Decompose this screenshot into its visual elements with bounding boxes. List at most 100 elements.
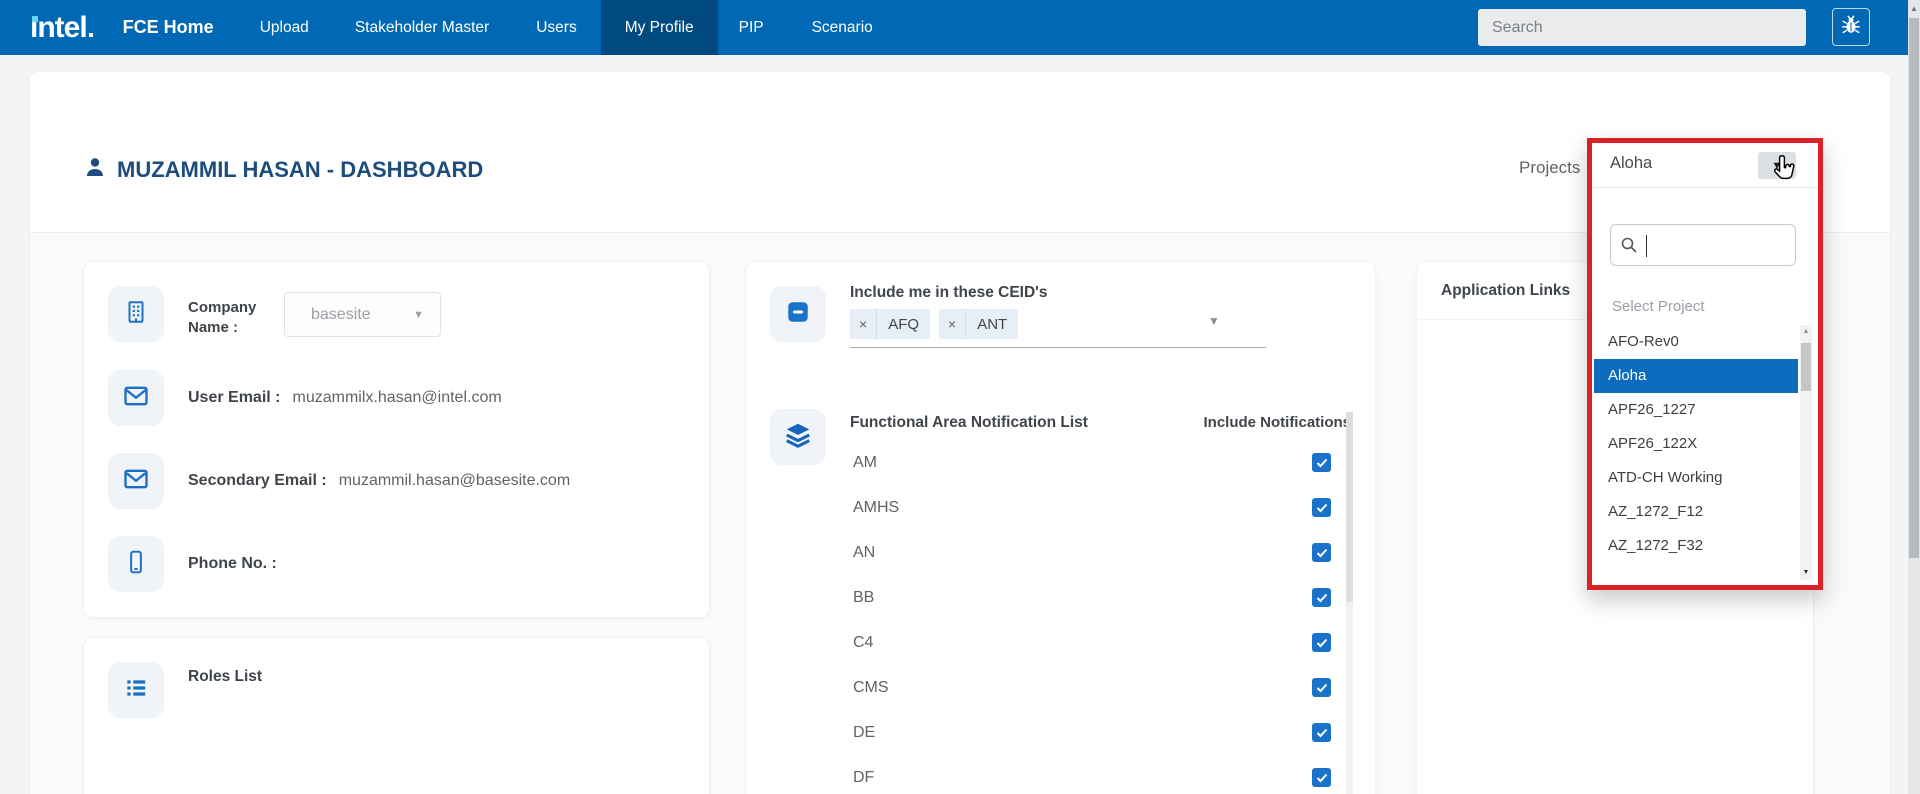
minus-square-icon xyxy=(785,299,811,330)
intel-logo-dot xyxy=(32,16,38,22)
scroll-down-icon[interactable]: ▼ xyxy=(1800,566,1812,580)
scroll-up-icon[interactable]: ▲ xyxy=(1908,0,1920,18)
company-name-select[interactable]: basesite ▼ xyxy=(284,292,441,337)
functional-area-label: CMS xyxy=(853,679,889,697)
search-input[interactable] xyxy=(1478,9,1806,46)
project-option[interactable]: ATD-CH Working xyxy=(1594,461,1798,495)
ceid-chip: × ANT xyxy=(939,309,1018,339)
building-icon xyxy=(123,299,149,330)
include-notifications-checkbox[interactable] xyxy=(1312,723,1331,742)
phone-icon-tile xyxy=(108,536,164,592)
nav-item-stakeholder-master[interactable]: Stakeholder Master xyxy=(355,19,489,37)
envelope-icon xyxy=(122,382,150,415)
table-row: BB xyxy=(746,577,1377,622)
selected-project-value: Aloha xyxy=(1610,154,1652,173)
nav-item-my-profile-active[interactable]: My Profile xyxy=(601,0,718,55)
table-row: AMHS xyxy=(746,487,1377,532)
table-row: DE xyxy=(746,712,1377,757)
bug-icon xyxy=(1840,14,1862,41)
functional-area-label: AMHS xyxy=(853,499,899,517)
project-option[interactable]: AFO-Rev0 xyxy=(1594,325,1798,359)
table-row: AM xyxy=(746,442,1377,487)
roles-card: Roles List xyxy=(83,637,710,794)
page-title-text: MUZAMMIL HASAN - DASHBOARD xyxy=(117,157,483,183)
intel-logo-text: ıntel xyxy=(30,11,87,44)
include-notifications-checkbox[interactable] xyxy=(1312,453,1331,472)
intel-logo-reg-mark xyxy=(89,33,93,37)
company-name-value: basesite xyxy=(311,306,371,324)
nav-item-fce-home[interactable]: FCE Home xyxy=(123,17,214,38)
notifications-card: Include me in these CEID's × AFQ × ANT ▼ xyxy=(745,261,1376,794)
functional-area-label: C4 xyxy=(853,634,873,652)
chevron-down-icon: ▼ xyxy=(413,309,424,321)
remove-chip-icon[interactable]: × xyxy=(939,309,966,339)
nav-item-scenario[interactable]: Scenario xyxy=(812,19,873,37)
include-notifications-checkbox[interactable] xyxy=(1312,633,1331,652)
secondary-email-value: muzammil.hasan@basesite.com xyxy=(339,472,570,490)
application-links-title: Application Links xyxy=(1441,282,1570,300)
user-email-icon-tile xyxy=(108,370,164,426)
ceid-chip-label: ANT xyxy=(966,309,1018,339)
list-icon xyxy=(123,675,149,706)
envelope-icon xyxy=(122,465,150,498)
project-search-input[interactable] xyxy=(1610,224,1796,266)
include-notifications-checkbox[interactable] xyxy=(1312,588,1331,607)
roles-icon-tile xyxy=(108,662,164,718)
intel-logo[interactable]: ıntel xyxy=(30,0,93,55)
projects-dropdown-annotation-box: Aloha ▼ Select Project AFO-Rev0 Aloha AP… xyxy=(1587,138,1823,590)
projects-label: Projects xyxy=(1519,158,1580,178)
nav-item-pip[interactable]: PIP xyxy=(739,19,764,37)
include-notifications-checkbox[interactable] xyxy=(1312,543,1331,562)
ceid-chip-label: AFQ xyxy=(877,309,930,339)
functional-area-label: DE xyxy=(853,724,875,742)
ceid-icon-tile xyxy=(770,286,826,342)
phone-label: Phone No. : xyxy=(188,555,277,573)
project-option[interactable]: APF26_1227 xyxy=(1594,393,1798,427)
scrollbar-thumb[interactable] xyxy=(1909,18,1919,558)
project-option[interactable]: APF26_122X xyxy=(1594,427,1798,461)
company-name-label: Company Name : xyxy=(188,298,284,339)
nav-item-upload[interactable]: Upload xyxy=(260,19,309,37)
user-email-value: muzammilx.hasan@intel.com xyxy=(292,389,501,407)
nav-item-users[interactable]: Users xyxy=(536,19,576,37)
top-navbar: ıntel FCE Home Upload Stakeholder Master… xyxy=(0,0,1920,55)
user-email-label: User Email : xyxy=(188,389,280,407)
scrollbar-thumb[interactable] xyxy=(1346,412,1353,602)
ceid-chip-list: × AFQ × ANT xyxy=(850,309,1018,339)
select-project-group-label: Select Project xyxy=(1612,298,1705,315)
divider xyxy=(850,347,1266,348)
project-option[interactable]: AZ_1272_F12 xyxy=(1594,495,1798,529)
secondary-email-label: Secondary Email : xyxy=(188,472,327,490)
remove-chip-icon[interactable]: × xyxy=(850,309,877,339)
project-option[interactable]: AZ_1272_F32 xyxy=(1594,529,1798,563)
text-cursor xyxy=(1646,235,1647,257)
secondary-email-icon-tile xyxy=(108,453,164,509)
ceid-title: Include me in these CEID's xyxy=(850,284,1048,302)
include-notifications-checkbox[interactable] xyxy=(1312,678,1331,697)
functional-area-label: BB xyxy=(853,589,874,607)
scroll-up-icon[interactable]: ▲ xyxy=(1800,325,1812,339)
scrollbar-thumb[interactable] xyxy=(1801,343,1811,391)
user-icon xyxy=(83,155,107,185)
functional-area-label: AN xyxy=(853,544,875,562)
mouse-cursor-hand xyxy=(1772,153,1800,190)
table-row: C4 xyxy=(746,622,1377,667)
phone-icon xyxy=(123,549,149,580)
bug-report-button[interactable] xyxy=(1832,8,1870,46)
roles-list-title: Roles List xyxy=(188,668,262,686)
table-row: DF xyxy=(746,757,1377,794)
include-notifications-checkbox[interactable] xyxy=(1312,498,1331,517)
functional-area-label: AM xyxy=(853,454,877,472)
project-option-selected[interactable]: Aloha xyxy=(1594,359,1798,393)
profile-card: Company Name : basesite ▼ User Email : m… xyxy=(83,261,710,618)
functional-area-title: Functional Area Notification List xyxy=(850,414,1088,432)
ceid-chip: × AFQ xyxy=(850,309,930,339)
company-icon-tile xyxy=(108,286,164,342)
table-row: CMS xyxy=(746,667,1377,712)
include-notifications-header: Include Notifications xyxy=(1203,414,1351,431)
page-scrollbar[interactable]: ▲ xyxy=(1908,0,1920,794)
page-title: MUZAMMIL HASAN - DASHBOARD xyxy=(83,155,483,185)
table-row: AN xyxy=(746,532,1377,577)
include-notifications-checkbox[interactable] xyxy=(1312,768,1331,787)
chevron-down-icon[interactable]: ▼ xyxy=(1208,314,1220,328)
